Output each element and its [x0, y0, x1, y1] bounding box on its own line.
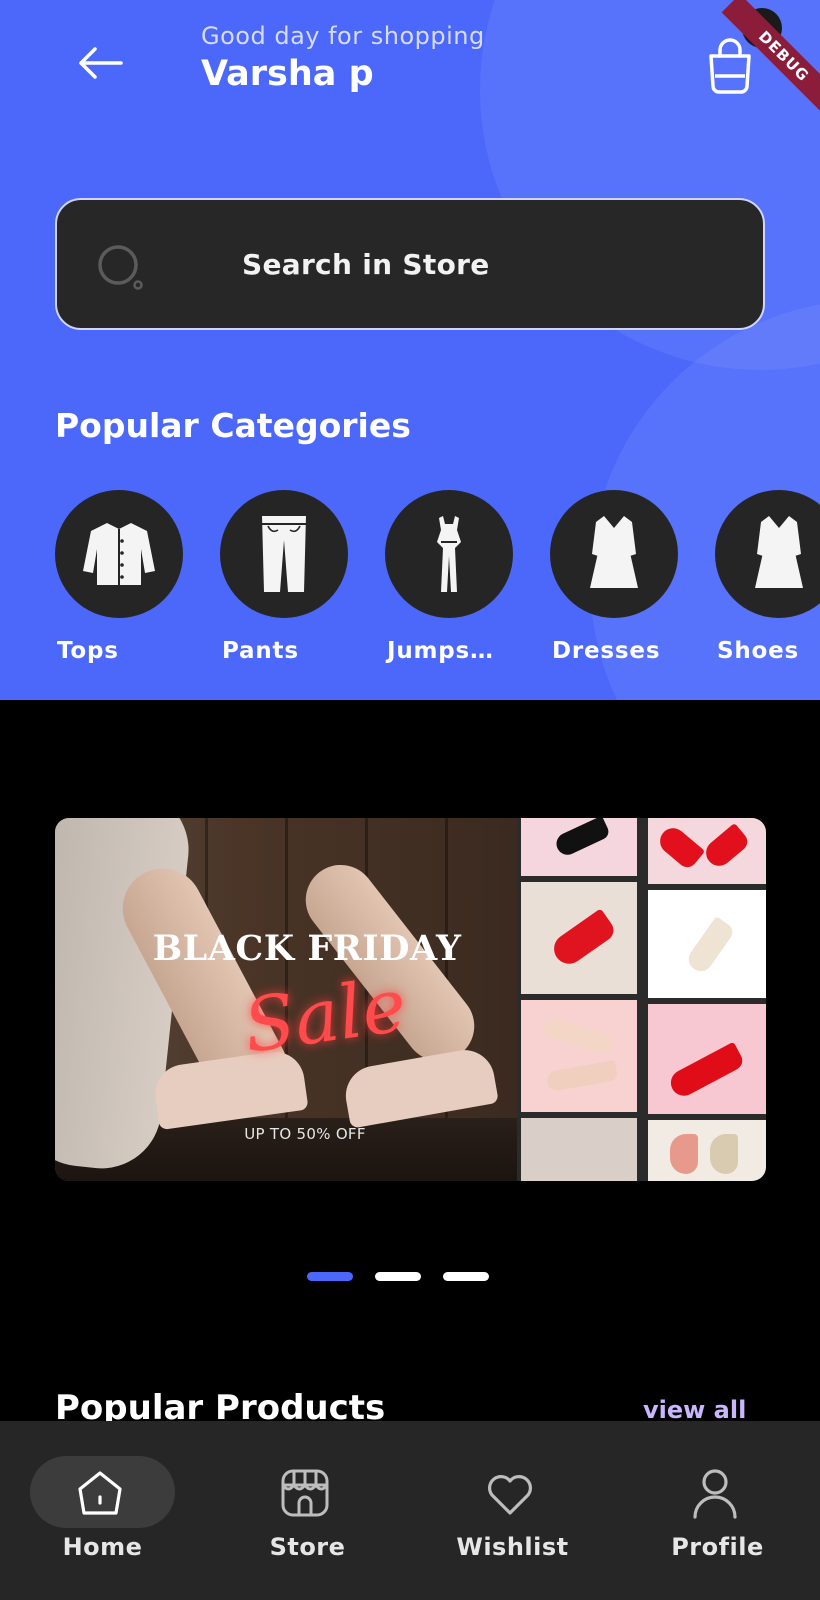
banner-title: BLACK FRIDAY [152, 928, 462, 969]
carousel-dot[interactable] [443, 1272, 489, 1281]
category-label: Shoes [717, 638, 800, 664]
store-icon [281, 1469, 329, 1517]
category-icon-circle [385, 490, 513, 618]
category-label: Pants [222, 638, 299, 664]
nav-label: Home [62, 1533, 143, 1561]
back-button[interactable] [70, 38, 130, 88]
banner-offer-text: UP TO 50% OFF [244, 1125, 366, 1143]
category-pants[interactable]: Pants [220, 490, 360, 675]
category-dresses[interactable]: Dresses [550, 490, 690, 675]
shopping-bag-icon [709, 38, 751, 94]
category-tops[interactable]: Tops [55, 490, 195, 675]
nav-label: Store [269, 1533, 346, 1561]
search-icon [98, 245, 143, 290]
dress-icon [755, 516, 803, 588]
user-name: Varsha p [201, 54, 374, 94]
greeting-text: Good day for shopping [201, 22, 485, 50]
banner-photo: BLACK FRIDAY Sale UP TO 50% OFF [55, 818, 517, 1181]
user-icon [693, 1469, 737, 1519]
category-shoes[interactable]: Shoes [715, 490, 820, 675]
carousel-dot[interactable] [375, 1272, 421, 1281]
categories-list: Tops Pants Jumps… Dresses Shoes [55, 490, 820, 680]
nav-label: Profile [671, 1533, 764, 1561]
home-icon [78, 1471, 122, 1515]
shirt-icon [83, 523, 155, 585]
nav-label: Wishlist [456, 1533, 569, 1561]
popular-categories-title: Popular Categories [55, 406, 411, 445]
nav-item-profile[interactable]: Profile [615, 1421, 820, 1600]
arrow-left-icon [79, 47, 123, 79]
pants-icon [262, 516, 306, 592]
nav-item-wishlist[interactable]: Wishlist [410, 1421, 615, 1600]
jumpsuit-icon [437, 516, 461, 592]
nav-item-store[interactable]: Store [205, 1421, 410, 1600]
category-icon-circle [715, 490, 820, 618]
home-header: Good day for shopping Varsha p 0 DEBUG S… [0, 0, 820, 700]
dress-icon [590, 516, 638, 588]
bottom-navigation-bar: Home Store Wishlist Profile [0, 1421, 820, 1600]
category-label: Tops [57, 638, 119, 664]
search-placeholder: Search in Store [242, 248, 490, 281]
carousel-dot-active[interactable] [307, 1272, 353, 1281]
cart-button[interactable] [702, 36, 758, 96]
banner-shoe-collage [517, 818, 766, 1181]
category-icon-circle [220, 490, 348, 618]
category-label: Jumps… [387, 638, 494, 664]
promo-banner[interactable]: BLACK FRIDAY Sale UP TO 50% OFF [55, 818, 766, 1181]
view-all-link[interactable]: view all [643, 1396, 746, 1424]
category-icon-circle [550, 490, 678, 618]
nav-item-home[interactable]: Home [0, 1421, 205, 1600]
heart-icon [488, 1475, 532, 1515]
search-bar[interactable]: Search in Store [55, 198, 765, 330]
category-jumpsuits[interactable]: Jumps… [385, 490, 525, 675]
category-icon-circle [55, 490, 183, 618]
category-label: Dresses [552, 638, 661, 664]
carousel-indicator [307, 1272, 507, 1282]
banner-sale-text: Sale [238, 962, 412, 1070]
